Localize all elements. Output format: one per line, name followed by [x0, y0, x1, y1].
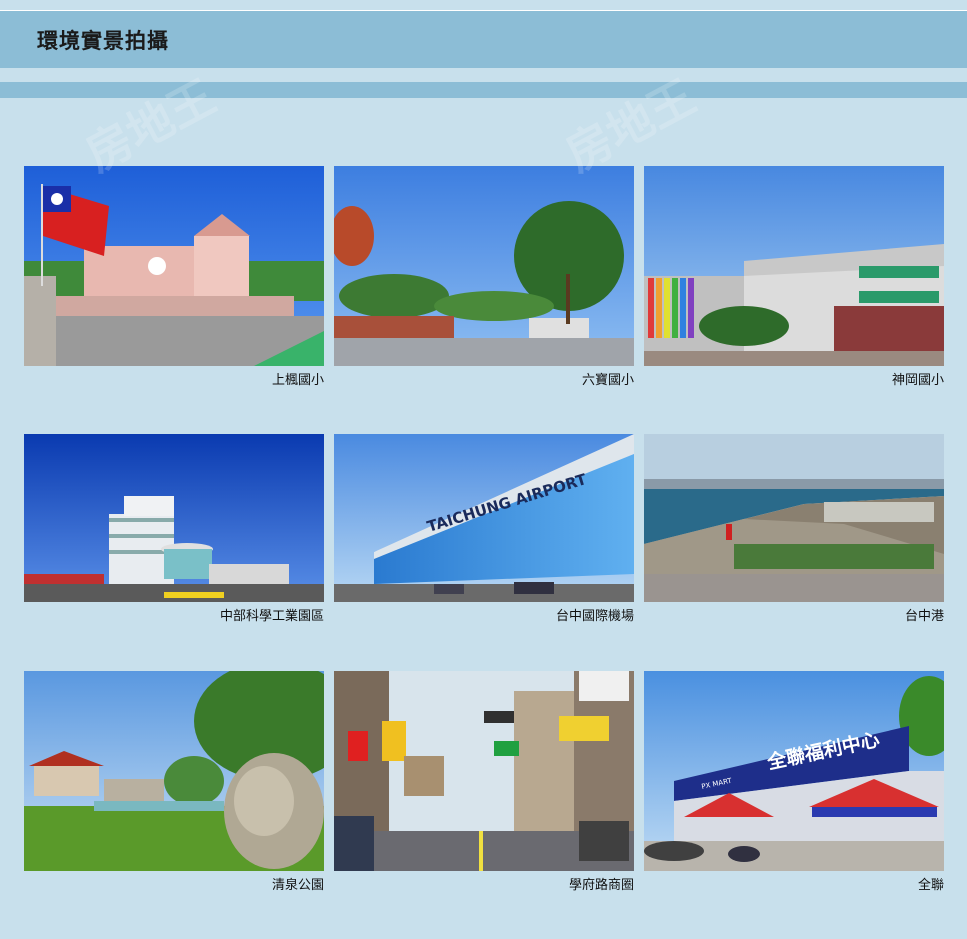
caption-qingquan-park: 清泉公園: [271, 878, 324, 893]
photo-shengang-elementary[interactable]: [644, 166, 944, 366]
caption-pxmart: 全聯: [917, 878, 944, 893]
caption-shengang-elementary: 神岡國小: [891, 373, 944, 388]
store-photo-image: 全聯福利中心 PX MART: [644, 671, 944, 871]
airport-photo-image: TAICHUNG AIRPORT: [334, 434, 634, 602]
photo-qingquan-park[interactable]: [24, 671, 324, 871]
page-title: 環境實景拍攝: [37, 29, 169, 53]
section-header: 環境實景拍攝: [0, 11, 967, 68]
school-photo-image: [644, 166, 944, 366]
photo-taichung-port[interactable]: [644, 434, 944, 602]
photo-taichung-airport[interactable]: TAICHUNG AIRPORT: [334, 434, 634, 602]
caption-taichung-port: 台中港: [904, 609, 944, 624]
building-photo-image: [24, 434, 324, 602]
caption-liubao-elementary: 六寶國小: [581, 373, 634, 388]
photo-xuefu-road[interactable]: [334, 671, 634, 871]
harbor-photo-image: [644, 434, 944, 602]
photo-science-park[interactable]: [24, 434, 324, 602]
photo-shangfeng-elementary[interactable]: [24, 166, 324, 366]
caption-shangfeng-elementary: 上楓國小: [271, 373, 324, 388]
photo-liubao-elementary[interactable]: [334, 166, 634, 366]
caption-science-park: 中部科學工業園區: [219, 609, 324, 624]
section-subbar: [0, 82, 967, 98]
caption-xuefu-road: 學府路商圈: [568, 878, 634, 893]
school-photo-image: [24, 166, 324, 366]
caption-taichung-airport: 台中國際機場: [555, 609, 634, 624]
school-photo-image: [334, 166, 634, 366]
photo-pxmart[interactable]: 全聯福利中心 PX MART: [644, 671, 944, 871]
street-photo-image: [334, 671, 634, 871]
park-photo-image: [24, 671, 324, 871]
